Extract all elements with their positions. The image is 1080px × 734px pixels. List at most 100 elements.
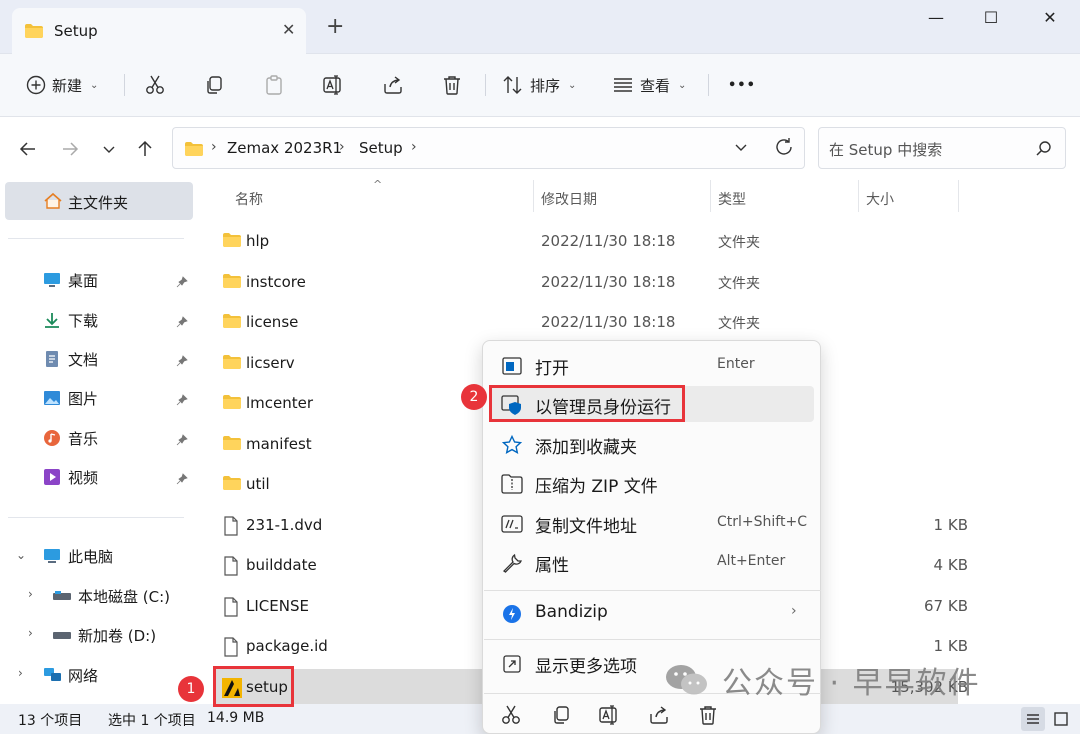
file-row-hlp[interactable]: hlp 2022/11/30 18:18 文件夹: [214, 223, 958, 261]
menu-item-copy-path[interactable]: 复制文件地址 Ctrl+Shift+C: [489, 505, 814, 541]
refresh-button[interactable]: [773, 136, 795, 162]
chevron-right-icon[interactable]: ›: [28, 587, 33, 601]
context-copy-button[interactable]: [547, 701, 575, 729]
column-header-date[interactable]: 修改日期: [541, 189, 597, 209]
scissors-icon: [146, 75, 164, 94]
computer-icon: [42, 546, 62, 566]
view-button[interactable]: 查看 ⌄: [612, 70, 686, 100]
paste-button[interactable]: [263, 70, 285, 100]
selected-count: 选中 1 个项目: [108, 713, 196, 729]
sidebar-item-network[interactable]: › 网络: [0, 658, 200, 692]
column-divider[interactable]: [710, 180, 711, 212]
sidebar-item-downloads[interactable]: 下载: [0, 303, 200, 337]
sidebar-item-this-pc[interactable]: ⌄ 此电脑: [0, 539, 200, 573]
context-cut-button[interactable]: [497, 701, 525, 729]
sidebar-item-music[interactable]: 音乐: [0, 421, 200, 455]
file-row-instcore[interactable]: instcore 2022/11/30 18:18 文件夹: [214, 264, 958, 302]
chevron-right-icon[interactable]: ›: [28, 626, 33, 640]
show-more-icon: [501, 653, 523, 675]
share-button[interactable]: [382, 70, 404, 100]
sidebar-item-drive-c[interactable]: › 本地磁盘 (C:): [0, 579, 200, 613]
pin-icon[interactable]: [176, 392, 188, 410]
sidebar-item-pictures[interactable]: 图片: [0, 381, 200, 415]
copy-button[interactable]: [203, 70, 225, 100]
menu-item-label: 复制文件地址: [535, 517, 637, 537]
tiles-view-icon: [1054, 712, 1068, 726]
sidebar-item-drive-d[interactable]: › 新加卷 (D:): [0, 618, 200, 652]
chevron-down-icon: ⌄: [568, 79, 577, 91]
picture-icon: [42, 388, 62, 408]
sidebar-item-label: 此电脑: [68, 547, 114, 566]
new-button[interactable]: 新建 ⌄: [26, 70, 98, 100]
context-rename-button[interactable]: [595, 701, 623, 729]
tab-close-icon[interactable]: ✕: [282, 20, 295, 39]
maximize-button[interactable]: ☐: [971, 8, 1011, 32]
sidebar-item-label: 文档: [68, 350, 99, 369]
wechat-icon: [666, 665, 707, 695]
sidebar-item-documents[interactable]: 文档: [0, 342, 200, 376]
pin-icon[interactable]: [176, 274, 188, 292]
column-divider[interactable]: [858, 180, 859, 212]
menu-item-compress-zip[interactable]: 压缩为 ZIP 文件: [489, 465, 814, 501]
menu-item-add-favorites[interactable]: 添加到收藏夹: [489, 426, 814, 462]
pin-icon[interactable]: [176, 471, 188, 489]
search-box[interactable]: 在 Setup 中搜索: [818, 127, 1066, 169]
context-delete-button[interactable]: [694, 701, 722, 729]
recent-locations-button[interactable]: [97, 137, 121, 161]
rename-button[interactable]: [322, 70, 344, 100]
cut-button[interactable]: [144, 70, 166, 100]
file-icon: [222, 637, 240, 661]
file-size: 1 KB: [933, 515, 968, 534]
back-button[interactable]: [16, 137, 40, 161]
breadcrumb-zemax[interactable]: Zemax 2023R1: [227, 139, 342, 157]
column-header-type[interactable]: 类型: [718, 189, 746, 209]
file-name: hlp: [246, 232, 270, 250]
menu-item-label: 压缩为 ZIP 文件: [535, 477, 658, 497]
menu-item-shortcut: Alt+Enter: [717, 553, 786, 569]
more-options-button[interactable]: •••: [728, 70, 756, 100]
address-dropdown-button[interactable]: [733, 137, 749, 161]
sidebar-item-desktop[interactable]: 桌面: [0, 263, 200, 297]
pin-icon[interactable]: [176, 353, 188, 371]
tiles-view-button[interactable]: [1049, 707, 1073, 731]
sort-button[interactable]: 排序 ⌄: [502, 70, 576, 100]
file-type: 文件夹: [718, 316, 760, 332]
menu-item-label: 打开: [535, 359, 569, 379]
chevron-down-icon: [103, 146, 115, 153]
column-header-name[interactable]: 名称: [235, 189, 263, 209]
context-quick-actions: [483, 697, 822, 733]
column-divider[interactable]: [533, 180, 534, 212]
pin-icon[interactable]: [176, 432, 188, 450]
file-name: manifest: [246, 434, 312, 453]
menu-item-open[interactable]: 打开 Enter: [489, 347, 814, 383]
minimize-button[interactable]: —: [916, 8, 956, 32]
chevron-right-icon[interactable]: ›: [18, 666, 23, 680]
delete-button[interactable]: [441, 70, 463, 100]
annotation-highlight-run-as-admin: [489, 385, 685, 422]
breadcrumb-setup[interactable]: Setup: [359, 139, 403, 157]
chevron-down-icon[interactable]: ⌄: [16, 548, 26, 562]
details-view-button[interactable]: [1021, 707, 1045, 731]
menu-item-properties[interactable]: 属性 Alt+Enter: [489, 544, 814, 580]
annotation-highlight-setup: [213, 666, 294, 707]
up-button[interactable]: [133, 137, 157, 161]
search-icon: [1035, 140, 1053, 162]
context-share-button[interactable]: [645, 701, 673, 729]
details-view-icon: [1027, 714, 1039, 724]
drive-icon: [52, 586, 72, 606]
column-divider[interactable]: [958, 180, 959, 212]
forward-button[interactable]: [58, 137, 82, 161]
new-tab-button[interactable]: +: [326, 16, 344, 38]
sidebar-item-home[interactable]: 主文件夹: [5, 182, 193, 220]
address-bar[interactable]: › Zemax 2023R1 › Setup ›: [172, 127, 805, 169]
column-header-size[interactable]: 大小: [866, 189, 894, 209]
tab-setup[interactable]: Setup ✕: [12, 8, 306, 54]
menu-item-bandizip[interactable]: Bandizip ›: [489, 595, 814, 631]
file-name: LICENSE: [246, 596, 309, 615]
document-icon: [42, 349, 62, 369]
pin-icon[interactable]: [176, 314, 188, 332]
home-icon: [43, 192, 63, 214]
file-row-license[interactable]: license 2022/11/30 18:18 文件夹: [214, 304, 958, 342]
close-window-button[interactable]: ✕: [1030, 8, 1070, 32]
sidebar-item-videos[interactable]: 视频: [0, 460, 200, 494]
